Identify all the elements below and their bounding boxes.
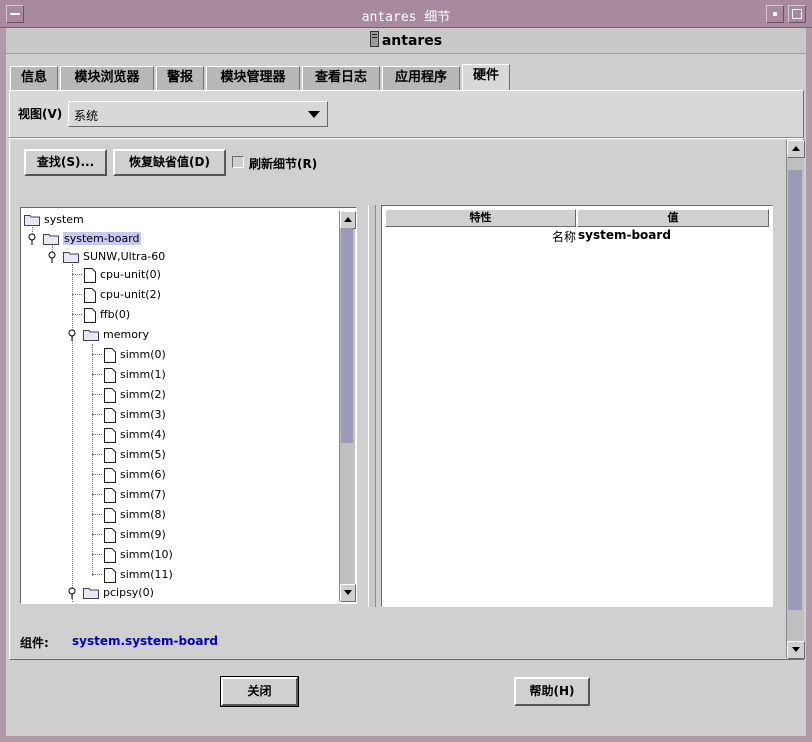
- document-icon: [104, 427, 116, 443]
- tree-scroll-down-button[interactable]: [340, 584, 356, 602]
- tree-scrollbar[interactable]: [339, 211, 356, 602]
- tab-module-browser[interactable]: 模块浏览器: [60, 66, 154, 90]
- tab-alarms[interactable]: 警报: [156, 66, 204, 90]
- arrow-up-icon: [344, 217, 352, 222]
- document-icon: [104, 387, 116, 403]
- document-icon: [104, 407, 116, 423]
- document-icon: [104, 467, 116, 483]
- value-cell: system-board: [578, 228, 671, 242]
- arrow-down-icon: [792, 647, 800, 652]
- maximize-icon: [792, 9, 802, 19]
- tree-node[interactable]: simm(8): [104, 506, 166, 524]
- column-header-property[interactable]: 特性: [385, 209, 576, 227]
- details-scrollbar[interactable]: [786, 140, 805, 659]
- folder-icon: [83, 588, 99, 599]
- folder-icon: [63, 252, 79, 263]
- tree-node[interactable]: simm(4): [104, 426, 166, 444]
- tree-node[interactable]: simm(0): [104, 346, 166, 364]
- properties-table: 特性 值 名称 system-board: [381, 205, 773, 607]
- document-icon: [104, 367, 116, 383]
- document-icon: [84, 287, 96, 303]
- table-row[interactable]: 名称 system-board: [385, 228, 769, 245]
- find-button[interactable]: 查找(S)...: [24, 149, 107, 176]
- tree-node[interactable]: simm(5): [104, 446, 166, 464]
- tree-node[interactable]: cpu-unit(0): [84, 266, 161, 284]
- document-icon: [104, 347, 116, 363]
- expander-icon[interactable]: [67, 329, 79, 341]
- minimize-button[interactable]: [766, 5, 784, 23]
- document-icon: [84, 307, 96, 323]
- document-icon: [104, 567, 116, 583]
- tree-node[interactable]: pcipsy(0): [67, 584, 154, 602]
- column-header-value[interactable]: 值: [577, 209, 769, 227]
- tree-node[interactable]: simm(3): [104, 406, 166, 424]
- tree-scroll-up-button[interactable]: [340, 211, 356, 229]
- minimize-icon: [773, 12, 777, 16]
- tree-node[interactable]: simm(7): [104, 486, 166, 504]
- folder-icon: [43, 234, 59, 245]
- component-label: 组件:: [20, 636, 49, 650]
- tree-node[interactable]: simm(6): [104, 466, 166, 484]
- restore-defaults-button[interactable]: 恢复缺省值(D): [113, 149, 226, 176]
- document-icon: [104, 507, 116, 523]
- refresh-details-checkbox[interactable]: [232, 156, 244, 168]
- document-icon: [104, 547, 116, 563]
- document-icon: [84, 267, 96, 283]
- view-label: 视图(V): [18, 107, 63, 121]
- tree-node[interactable]: system: [24, 211, 84, 229]
- tree-node[interactable]: simm(1): [104, 366, 166, 384]
- tree-node[interactable]: SUNW,Ultra-60: [47, 248, 165, 266]
- tree-node[interactable]: system-board: [27, 230, 141, 248]
- document-icon: [104, 447, 116, 463]
- details-scroll-up-button[interactable]: [787, 140, 805, 158]
- tab-view-log[interactable]: 查看日志: [302, 66, 380, 90]
- property-cell: 名称: [551, 230, 576, 244]
- details-scroll-down-button[interactable]: [787, 641, 805, 659]
- host-header: antares: [6, 28, 806, 54]
- tab-hardware[interactable]: 硬件: [462, 64, 510, 91]
- window-titlebar[interactable]: antares 细节: [0, 0, 812, 28]
- separator: [9, 137, 804, 139]
- close-button[interactable]: 关闭: [220, 676, 299, 707]
- refresh-details-label: 刷新细节(R): [249, 157, 318, 171]
- component-value: system.system-board: [72, 634, 218, 648]
- view-selected-value: 系统: [74, 109, 99, 123]
- view-select[interactable]: 系统: [68, 101, 328, 127]
- tree-node[interactable]: simm(2): [104, 386, 166, 404]
- tree-node[interactable]: simm(10): [104, 546, 173, 564]
- arrow-down-icon: [344, 590, 352, 595]
- help-button[interactable]: 帮助(H): [514, 677, 590, 706]
- details-scroll-thumb[interactable]: [788, 170, 802, 610]
- tab-module-manager[interactable]: 模块管理器: [206, 66, 300, 90]
- document-icon: [104, 527, 116, 543]
- folder-icon: [83, 330, 99, 341]
- host-icon: [369, 31, 379, 47]
- tree-node[interactable]: simm(11): [104, 566, 173, 584]
- expander-icon[interactable]: [47, 251, 59, 263]
- tree-scroll-thumb[interactable]: [341, 228, 353, 443]
- expander-icon[interactable]: [67, 587, 79, 599]
- host-name: antares: [381, 33, 443, 49]
- selected-node-label: system-board: [63, 232, 141, 245]
- tree-node[interactable]: memory: [67, 326, 149, 344]
- tree-node[interactable]: ffb(0): [84, 306, 130, 324]
- maximize-button[interactable]: [788, 5, 806, 23]
- window-title: antares 细节: [361, 10, 451, 25]
- chevron-down-icon: [308, 111, 320, 118]
- document-icon: [104, 487, 116, 503]
- pane-splitter[interactable]: [368, 205, 376, 607]
- tab-applications[interactable]: 应用程序: [382, 66, 460, 90]
- tree-node[interactable]: simm(9): [104, 526, 166, 544]
- tree-node[interactable]: cpu-unit(2): [84, 286, 161, 304]
- tab-info[interactable]: 信息: [10, 66, 58, 90]
- arrow-up-icon: [792, 146, 800, 151]
- hardware-tree[interactable]: system system-board SUNW,Ultra-60 cpu-un…: [20, 207, 357, 604]
- expander-icon[interactable]: [27, 233, 39, 245]
- folder-icon: [24, 215, 40, 226]
